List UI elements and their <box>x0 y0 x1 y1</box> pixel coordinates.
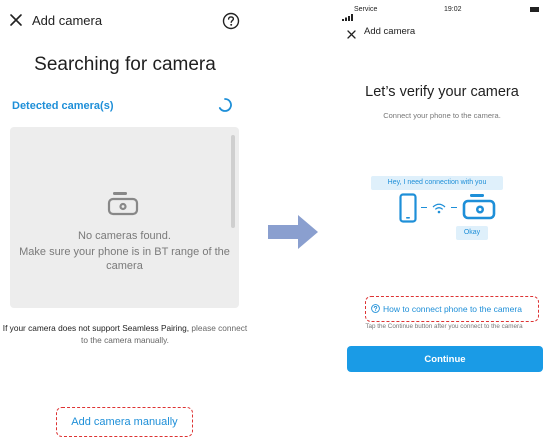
right-arrow-icon <box>268 215 318 249</box>
help-circle-icon <box>371 304 380 313</box>
close-icon[interactable] <box>8 12 24 28</box>
scrollbar[interactable] <box>231 135 235 228</box>
header-title: Add camera <box>364 26 416 37</box>
connection-help-link[interactable]: How to connect phone to the camera <box>371 304 522 314</box>
empty-state-message: Make sure your phone is in BT range of t… <box>19 246 230 272</box>
close-icon[interactable] <box>346 27 357 39</box>
phone-speech-bubble: Hey, I need connection with you <box>371 176 503 190</box>
seamless-pairing-note: If your camera does not support Seamless… <box>0 322 250 346</box>
camera-list-panel <box>10 127 239 308</box>
carrier-name: Service <box>354 6 378 13</box>
phone-icon <box>399 193 417 223</box>
help-circle-icon[interactable] <box>222 12 240 30</box>
camera-icon <box>462 193 496 221</box>
page-title: Let’s verify your camera <box>365 84 519 100</box>
connection-dash <box>451 207 457 208</box>
page-subtitle: Connect your phone to the camera. <box>383 111 501 120</box>
add-camera-manually-link[interactable]: Add camera manually <box>56 416 193 428</box>
battery-icon <box>530 7 539 12</box>
empty-state-title: No cameras found. <box>78 230 171 242</box>
connection-dash <box>421 207 427 208</box>
continue-button[interactable]: Continue <box>347 346 543 372</box>
wifi-icon <box>432 201 446 214</box>
help-link-label: How to connect phone to the camera <box>383 304 522 314</box>
note-prefix: If your camera does not support Seamless… <box>2 323 190 333</box>
signal-icon <box>342 8 353 21</box>
detected-cameras-label: Detected camera(s) <box>12 100 114 112</box>
camera-icon <box>107 191 139 217</box>
loading-spinner-icon <box>217 97 233 113</box>
camera-speech-bubble: Okay <box>456 226 488 240</box>
header-title: Add camera <box>32 13 103 28</box>
page-title: Searching for camera <box>34 54 216 75</box>
continue-hint: Tap the Continue button after you connec… <box>365 323 523 330</box>
status-time: 19:02 <box>444 6 462 13</box>
